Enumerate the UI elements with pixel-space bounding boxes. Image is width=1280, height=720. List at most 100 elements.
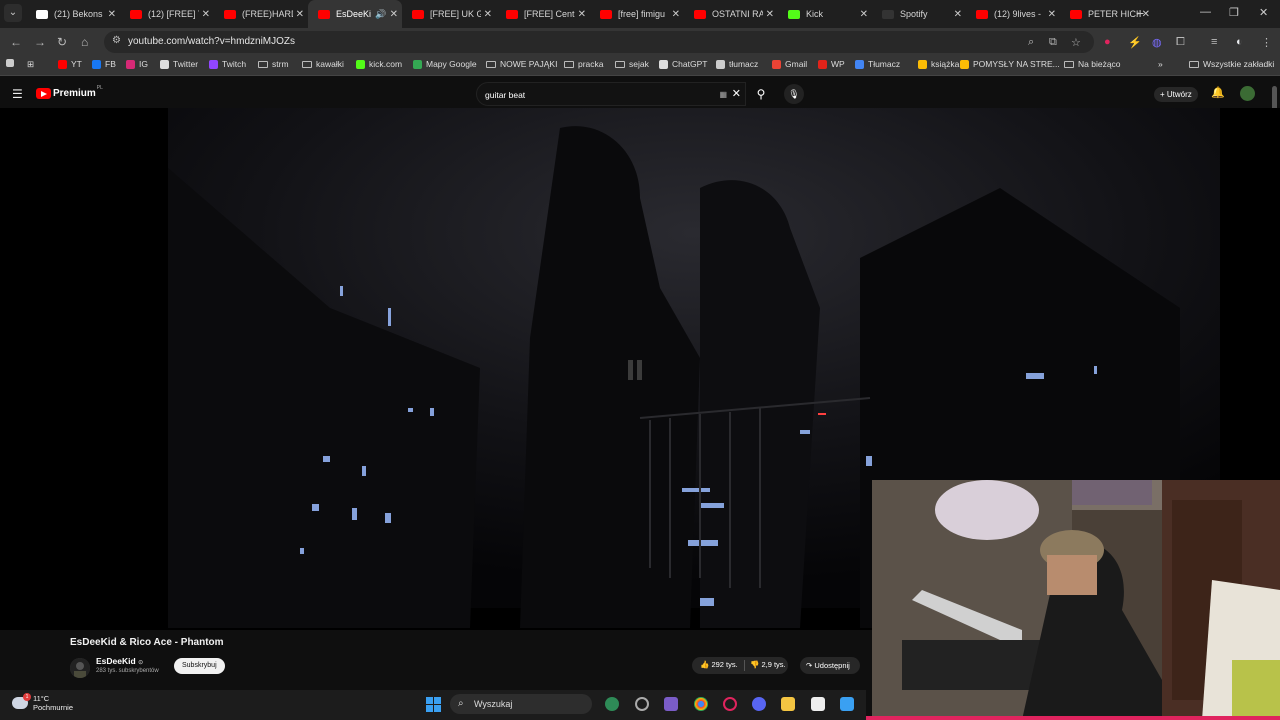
close-tab-icon[interactable]: ✕ (390, 9, 398, 20)
discord-app-icon[interactable] (752, 697, 766, 711)
dislike-button[interactable]: 👎 2,9 tys. (750, 660, 786, 669)
close-tab-icon[interactable]: ✕ (578, 9, 586, 20)
browser-tab[interactable]: Kick ✕ (778, 0, 872, 28)
search-input[interactable]: guitar beat ▦ ✕ (476, 82, 746, 106)
bookmark-item[interactable]: Twitter (160, 59, 198, 69)
bookmark-item[interactable]: YT (58, 59, 82, 69)
reload-icon[interactable]: ↻ (57, 35, 67, 49)
bookmark-item[interactable]: pracka (564, 59, 604, 69)
capcut-app-icon[interactable] (811, 697, 825, 711)
back-arrow-icon[interactable]: ← (10, 35, 22, 49)
apps-grid-icon[interactable]: ⊞ (27, 59, 34, 70)
extension-circle-icon[interactable]: ◍ (1152, 36, 1162, 49)
bookmark-item[interactable]: ChatGPT (659, 59, 707, 69)
channel-name[interactable]: EsDeeKid ⊙ (96, 656, 143, 666)
keyboard-icon[interactable]: ▦ (719, 90, 727, 99)
like-button[interactable]: 👍 292 tys. (700, 660, 738, 669)
browser-tab[interactable]: (FREE)HARD ✕ (214, 0, 308, 28)
bookmark-item[interactable]: sejak (615, 59, 649, 69)
tab-audio-icon[interactable]: 🔊 (375, 9, 386, 20)
profile-icon[interactable]: ◐ (1236, 36, 1243, 48)
bookmark-item[interactable]: książka (918, 59, 959, 69)
close-tab-icon[interactable]: ✕ (108, 9, 116, 20)
site-info-icon[interactable]: ⚙ (112, 35, 121, 46)
microphone-icon[interactable]: 🎙 (784, 84, 804, 104)
chrome-app-icon[interactable] (694, 697, 708, 711)
close-tab-icon[interactable]: ✕ (296, 9, 304, 20)
guide-menu-icon[interactable]: ☰ (12, 87, 23, 101)
browser-menu-icon[interactable]: ⋮ (1261, 36, 1272, 49)
weather-text: 11°C Pochmurnie (33, 694, 73, 712)
bookmark-item[interactable]: strm (258, 59, 289, 69)
all-bookmarks-button[interactable]: Wszystkie zakładki (1189, 59, 1274, 69)
search-icon[interactable]: ⚲ (748, 82, 774, 106)
extensions-puzzle-icon[interactable]: ⧠ (1176, 36, 1185, 49)
clear-search-icon[interactable]: ✕ (732, 87, 741, 100)
taskbar-search-input[interactable]: ⌕ Wyszukaj (450, 694, 592, 714)
browser-tab[interactable]: (21) Bekons ✕ (26, 0, 120, 28)
weather-widget[interactable]: 1 11°C Pochmurnie (12, 693, 73, 712)
close-tab-icon[interactable]: ✕ (484, 9, 492, 20)
notepad-app-icon[interactable] (840, 697, 854, 711)
browser-tab[interactable]: EsDeeKi 🔊 ✕ (308, 0, 402, 28)
more-bookmarks-chevron-icon[interactable]: » (1158, 59, 1163, 69)
windows-start-icon[interactable] (426, 697, 442, 713)
browser-tab[interactable]: [free] fimigu ✕ (590, 0, 684, 28)
bookmark-item[interactable]: Gmail (772, 59, 807, 69)
restore-icon[interactable]: ❐ (1229, 6, 1239, 19)
notifications-bell-icon[interactable]: 🔔 (1211, 86, 1225, 99)
browser-tab[interactable]: OSTATNI RA ✕ (684, 0, 778, 28)
shield-app-icon[interactable] (605, 697, 619, 711)
close-tab-icon[interactable]: ✕ (954, 9, 962, 20)
bookmark-star-icon[interactable]: ☆ (1071, 36, 1081, 49)
bookmark-item[interactable]: Mapy Google (413, 59, 477, 69)
bookmark-item[interactable]: kick.com (356, 59, 402, 69)
photo-app-icon[interactable] (664, 697, 678, 711)
close-tab-icon[interactable]: ✕ (672, 9, 680, 20)
address-bar[interactable]: ⚙ youtube.com/watch?v=hmdzniMJOZs (104, 31, 1094, 53)
bookmark-item[interactable]: Tłumacz (855, 59, 900, 69)
close-tab-icon[interactable]: ✕ (202, 9, 210, 20)
search-query[interactable]: guitar beat (485, 90, 525, 100)
close-tab-icon[interactable]: ✕ (860, 9, 868, 20)
close-window-icon[interactable]: ✕ (1259, 6, 1268, 19)
bookmark-item[interactable]: tłumacz (716, 59, 758, 69)
pause-icon[interactable] (628, 360, 642, 380)
bookmark-item[interactable]: WP (818, 59, 845, 69)
channel-avatar[interactable] (70, 658, 90, 678)
share-button[interactable]: ↷ Udostępnij (800, 657, 860, 674)
subscribe-button[interactable]: Subskrybuj (174, 658, 225, 674)
file-explorer-icon[interactable] (781, 697, 795, 711)
opera-app-icon[interactable] (723, 697, 737, 711)
browser-tab[interactable]: [FREE] Centr ✕ (496, 0, 590, 28)
record-extension-icon[interactable]: ● (1104, 36, 1111, 48)
bookmark-item[interactable]: kawałki (302, 59, 344, 69)
close-tab-icon[interactable]: ✕ (766, 9, 774, 20)
extension-icon[interactable]: ⚡ (1128, 36, 1142, 49)
install-app-icon[interactable]: ⧉ (1049, 36, 1057, 49)
bookmark-item[interactable]: FB (92, 59, 116, 69)
home-icon[interactable]: ⌂ (81, 35, 88, 49)
browser-tab[interactable]: (12) 9lives - ✕ (966, 0, 1060, 28)
new-tab-plus-icon[interactable]: + (1136, 5, 1144, 21)
bookmark-item[interactable]: Twitch (209, 59, 246, 69)
tab-search-chevron-icon[interactable]: ⌄ (4, 4, 22, 22)
close-tab-icon[interactable]: ✕ (1048, 9, 1056, 20)
sidebar-toggle-icon[interactable] (6, 59, 18, 67)
settings-app-icon[interactable] (635, 697, 649, 711)
browser-tab[interactable]: [FREE] UK G ✕ (402, 0, 496, 28)
bookmark-item[interactable]: NOWE PAJĄKI (486, 59, 557, 69)
bookmark-item[interactable]: IG (126, 59, 148, 69)
bookmark-item[interactable]: POMYSŁY NA STRE... (960, 59, 1060, 69)
browser-tab[interactable]: (12) [FREE] Y ✕ (120, 0, 214, 28)
minimize-icon[interactable]: — (1200, 6, 1211, 18)
account-avatar[interactable] (1240, 86, 1255, 101)
forward-arrow-icon[interactable]: → (34, 35, 46, 49)
bookmark-item[interactable]: Na bieżąco (1064, 59, 1121, 69)
youtube-premium-logo[interactable]: Premium PL (36, 85, 103, 99)
browser-tab[interactable]: Spotify ✕ (872, 0, 966, 28)
create-button[interactable]: + Utwórz (1154, 87, 1198, 102)
url-text[interactable]: youtube.com/watch?v=hmdzniMJOZs (128, 36, 295, 47)
zoom-icon[interactable]: ⌕ (1028, 36, 1034, 49)
media-control-icon[interactable]: ≡ (1211, 36, 1217, 48)
